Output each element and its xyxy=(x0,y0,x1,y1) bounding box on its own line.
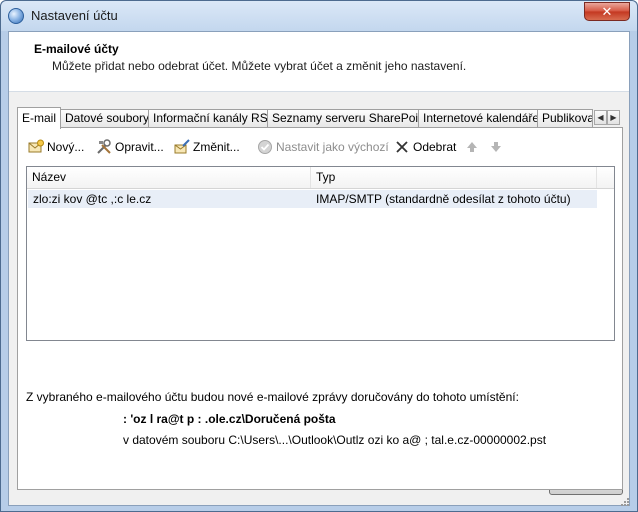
accounts-list[interactable]: Název Typ zlo:zi kov @tc ,:c le.cz IMAP/… xyxy=(26,166,615,341)
header-title: E-mailové účty xyxy=(34,42,119,56)
accounts-toolbar: Nový... Opravit... Změnit... Nastavit ja… xyxy=(28,137,618,157)
resize-grip-icon[interactable] xyxy=(621,498,629,506)
tab-published-calendars[interactable]: Publikovan xyxy=(537,109,593,128)
remove-account-label: Odebrat xyxy=(413,140,457,154)
change-account-label: Změnit... xyxy=(193,140,240,154)
repair-account-button[interactable]: Opravit... xyxy=(96,137,168,157)
tab-scroll-right-icon[interactable]: ▶ xyxy=(607,110,620,125)
column-header-name[interactable]: Název xyxy=(27,167,311,188)
move-down-button[interactable] xyxy=(488,137,504,157)
account-settings-window: Nastavení účtu ✕ E-mailové účty Můžete p… xyxy=(0,0,638,512)
tab-internet-calendars[interactable]: Internetové kalendáře xyxy=(418,109,545,128)
account-name-cell: zlo:zi kov @tc ,:c le.cz xyxy=(33,192,152,206)
email-tab-panel: Nový... Opravit... Změnit... Nastavit ja… xyxy=(17,127,623,490)
tab-scroll-left-icon[interactable]: ◀ xyxy=(594,110,607,125)
change-account-icon xyxy=(174,139,190,154)
repair-account-label: Opravit... xyxy=(115,140,164,154)
arrow-up-icon xyxy=(467,142,477,152)
account-type-cell: IMAP/SMTP (standardně odesílat z tohoto … xyxy=(316,192,571,206)
dialog-client-area: E-mailové účty Můžete přidat nebo odebra… xyxy=(8,31,630,506)
set-default-button[interactable]: Nastavit jako výchozí xyxy=(257,137,389,157)
tab-data-files[interactable]: Datové soubory xyxy=(60,109,155,128)
delivery-folder: : 'oz l ra@t p : .ole.cz\Doručená pošta xyxy=(123,412,336,426)
new-account-label: Nový... xyxy=(47,140,85,154)
delivery-data-file-path: v datovém souboru C:\Users\...\Outlook\O… xyxy=(123,433,547,447)
tab-email[interactable]: E-mail xyxy=(17,107,62,129)
tab-strip: E-mail Datové soubory Informační kanály … xyxy=(17,107,620,129)
table-row[interactable]: zlo:zi kov @tc ,:c le.cz IMAP/SMTP (stan… xyxy=(28,190,597,208)
header-subtitle: Můžete přidat nebo odebrat účet. Můžete … xyxy=(52,59,467,73)
repair-tools-icon xyxy=(97,139,111,154)
accounts-list-header: Název Typ xyxy=(27,167,614,189)
delivery-info-text: Z vybraného e-mailového účtu budou nové … xyxy=(26,390,519,404)
window-title: Nastavení účtu xyxy=(31,8,118,23)
title-bar[interactable]: Nastavení účtu ✕ xyxy=(1,1,637,31)
remove-account-button[interactable]: Odebrat xyxy=(394,137,456,157)
checkmark-circle-icon xyxy=(258,140,272,154)
remove-x-icon xyxy=(396,141,408,153)
new-mail-icon xyxy=(28,139,44,153)
outlook-app-icon xyxy=(8,8,24,24)
column-header-type[interactable]: Typ xyxy=(311,167,597,188)
tab-sharepoint-lists[interactable]: Seznamy serveru SharePoint xyxy=(267,109,434,128)
tab-rss-feeds[interactable]: Informační kanály RSS xyxy=(148,109,281,128)
move-up-button[interactable] xyxy=(464,137,480,157)
header-band: E-mailové účty Můžete přidat nebo odebra… xyxy=(9,32,629,92)
change-account-button[interactable]: Změnit... xyxy=(174,137,246,157)
set-default-label: Nastavit jako výchozí xyxy=(276,140,389,154)
new-account-button[interactable]: Nový... xyxy=(28,137,88,157)
window-close-button[interactable]: ✕ xyxy=(584,2,630,21)
arrow-down-icon xyxy=(491,142,501,152)
